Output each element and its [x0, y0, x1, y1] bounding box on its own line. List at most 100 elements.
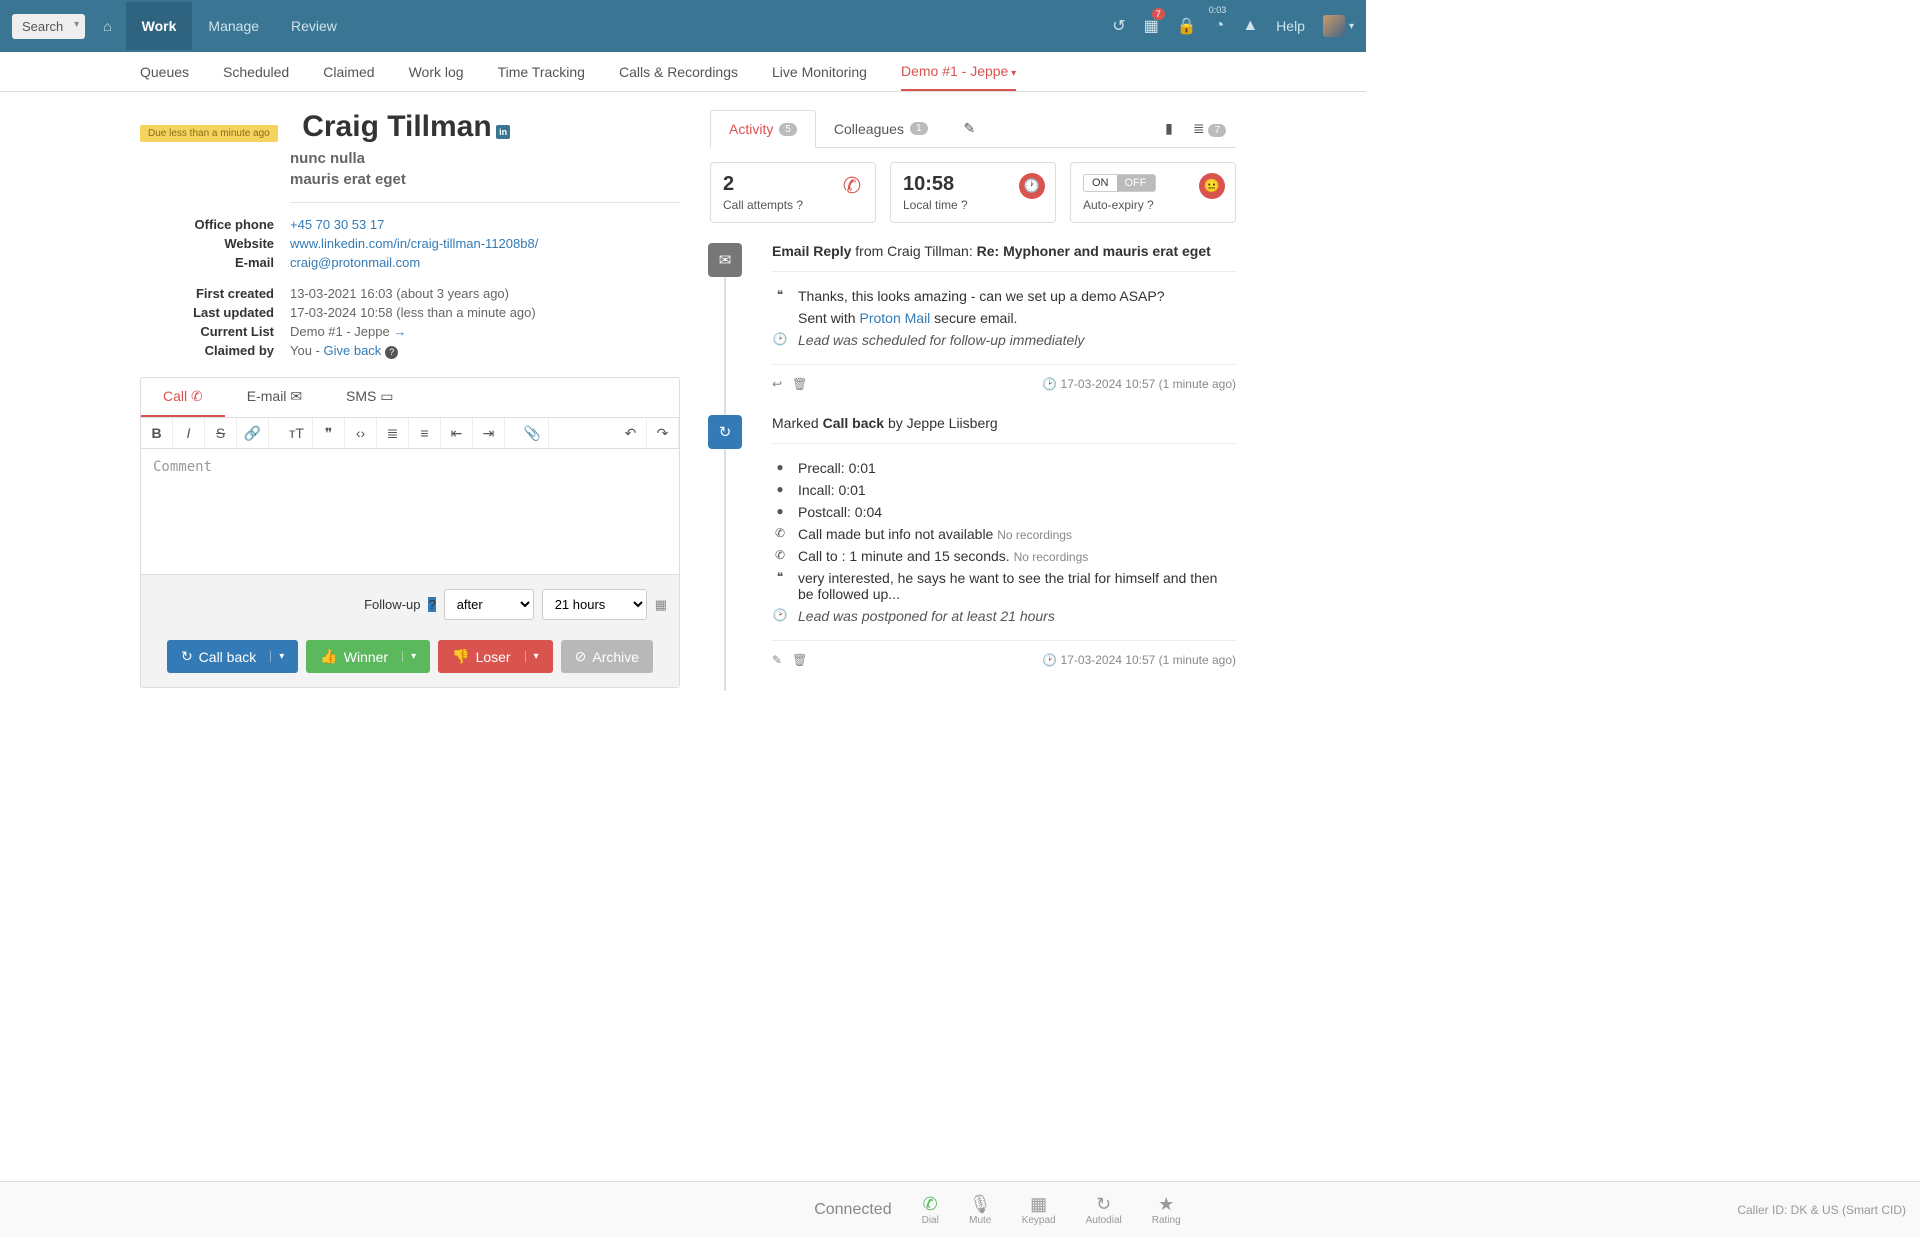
autodial-label: Autodial — [1086, 1215, 1122, 1226]
mute-button[interactable]: 🎙Mute — [969, 1194, 992, 1226]
textsize-button[interactable]: ᴛT — [281, 418, 313, 448]
keypad-button[interactable]: ▦Keypad — [1022, 1194, 1056, 1226]
linkedin-icon[interactable]: in — [496, 125, 510, 139]
thumbs-up-icon: 👍 — [320, 648, 337, 665]
tab-edit-icon[interactable]: ✎ — [946, 110, 994, 147]
help-icon[interactable]: ? — [796, 198, 803, 212]
email-link[interactable]: craig@protonmail.com — [290, 255, 420, 270]
outdent-button[interactable]: ⇤ — [441, 418, 473, 448]
redo-button[interactable]: ↷ — [647, 418, 679, 448]
italic-button[interactable]: I — [173, 418, 205, 448]
undo-button[interactable]: ↶ — [615, 418, 647, 448]
followup-mode-select[interactable]: after — [444, 589, 534, 620]
bold-button[interactable]: B — [141, 418, 173, 448]
archive-button[interactable]: ⊘Archive — [561, 640, 653, 673]
subnav-claimed[interactable]: Claimed — [323, 54, 374, 90]
thumbs-down-icon: 👎 — [452, 648, 469, 665]
history-icon[interactable]: ↺ — [1112, 16, 1125, 36]
colleagues-count: 1 — [910, 122, 928, 135]
list-goto[interactable]: → — [393, 324, 406, 339]
quote-text: Sent with — [798, 310, 859, 326]
activity-header: Email Reply from Craig Tillman: Re: Myph… — [772, 243, 1236, 259]
subnav-worklog[interactable]: Work log — [409, 54, 464, 90]
tab-colleagues-label: Colleagues — [834, 121, 904, 137]
mute-label: Mute — [969, 1215, 991, 1226]
subnav-active-list[interactable]: Demo #1 - Jeppe — [901, 53, 1016, 91]
archive-label: Archive — [592, 649, 639, 665]
tab-email-label: E-mail — [247, 388, 287, 404]
help-icon[interactable]: ? — [385, 346, 398, 359]
winner-button[interactable]: 👍Winner — [306, 640, 430, 673]
callback-label: Call back — [199, 649, 257, 665]
reply-icon[interactable]: ↩ — [772, 377, 782, 391]
local-time-label: Local time — [903, 198, 958, 212]
search-selector[interactable]: Search — [12, 14, 85, 39]
rating-button[interactable]: ★Rating — [1152, 1194, 1181, 1226]
stat-auto-expiry: ONOFF Auto-expiry ? 😐 — [1070, 162, 1236, 223]
toggle-off: OFF — [1117, 175, 1155, 191]
attach-button[interactable]: 📎 — [517, 418, 549, 448]
proton-link[interactable]: Proton Mail — [859, 310, 930, 326]
subnav-live[interactable]: Live Monitoring — [772, 54, 867, 90]
keypad-label: Keypad — [1022, 1215, 1056, 1226]
spacer — [269, 418, 281, 448]
dial-status: Connected — [0, 1201, 922, 1219]
link-button[interactable]: 🔗 — [237, 418, 269, 448]
tab-email[interactable]: E-mail ✉ — [225, 378, 324, 417]
tab-call[interactable]: Call ✆ — [141, 378, 225, 417]
stat-call-attempts: 2 Call attempts ? ✆ — [710, 162, 876, 223]
subnav-scheduled[interactable]: Scheduled — [223, 54, 289, 90]
autodial-button[interactable]: ↻Autodial — [1086, 1194, 1122, 1226]
subnav-queues[interactable]: Queues — [140, 54, 189, 90]
activity-timestamp: 17-03-2024 10:57 (1 minute ago) — [1061, 377, 1236, 391]
give-back-link[interactable]: Give back — [324, 343, 382, 358]
website-link[interactable]: www.linkedin.com/in/craig-tillman-11208b… — [290, 236, 538, 251]
subnav-calls[interactable]: Calls & Recordings — [619, 54, 738, 90]
clock-icon: ● — [772, 482, 788, 496]
alert-icon[interactable]: ▲ — [1242, 17, 1258, 35]
strike-button[interactable]: S — [205, 418, 237, 448]
created-label: First created — [140, 286, 290, 301]
help-icon[interactable]: ? — [428, 597, 435, 612]
calendar-badge: 7 — [1152, 8, 1165, 20]
tab-sms[interactable]: SMS ▭ — [324, 378, 415, 417]
indent-button[interactable]: ⇥ — [473, 418, 505, 448]
help-link[interactable]: Help — [1276, 18, 1305, 34]
trash-icon[interactable]: 🗑 — [792, 653, 807, 667]
code-button[interactable]: ‹› — [345, 418, 377, 448]
trash-icon[interactable]: 🗑 — [792, 377, 807, 391]
activity-timestamp: 17-03-2024 10:57 (1 minute ago) — [1061, 653, 1236, 667]
document-icon[interactable]: ▮ — [1155, 120, 1183, 137]
loser-button[interactable]: 👎Loser — [438, 640, 553, 673]
tab-colleagues[interactable]: Colleagues 1 — [816, 111, 946, 147]
website-label: Website — [140, 236, 290, 251]
lock-icon[interactable]: 🔒 — [1177, 16, 1197, 36]
list-icon[interactable]: ≣ 7 — [1183, 120, 1236, 137]
ul-button[interactable]: ≣ — [377, 418, 409, 448]
timer-icon[interactable]: ◔0:03 — [1215, 17, 1225, 35]
calendar-picker-icon[interactable]: ▦ — [655, 597, 667, 613]
subnav-time[interactable]: Time Tracking — [498, 54, 585, 90]
nav-manage[interactable]: Manage — [192, 2, 275, 50]
clock-icon: ● — [772, 460, 788, 474]
tab-activity[interactable]: Activity5 — [710, 110, 816, 148]
quote-icon: ❝ — [772, 288, 788, 302]
help-icon[interactable]: ? — [1147, 198, 1154, 212]
comment-input[interactable] — [141, 449, 679, 569]
phone-link[interactable]: +45 70 30 53 17 — [290, 217, 384, 232]
calendar-icon[interactable]: ▦7 — [1144, 16, 1159, 36]
user-menu[interactable]: ▾ — [1323, 15, 1354, 37]
callback-button[interactable]: ↻Call back — [167, 640, 298, 673]
quote-button[interactable]: ❞ — [313, 418, 345, 448]
nav-work[interactable]: Work — [126, 2, 193, 50]
help-icon[interactable]: ? — [961, 198, 968, 212]
auto-expiry-toggle[interactable]: ONOFF — [1083, 174, 1156, 192]
ol-button[interactable]: ≡ — [409, 418, 441, 448]
followup-time-select[interactable]: 21 hours — [542, 589, 647, 620]
due-badge: Due less than a minute ago — [140, 125, 278, 142]
tab-call-label: Call — [163, 388, 187, 404]
nav-review[interactable]: Review — [275, 2, 353, 50]
dial-button[interactable]: ✆Dial — [922, 1194, 939, 1226]
edit-icon[interactable]: ✎ — [772, 653, 782, 667]
nav-home[interactable]: ⌂ — [89, 2, 125, 50]
